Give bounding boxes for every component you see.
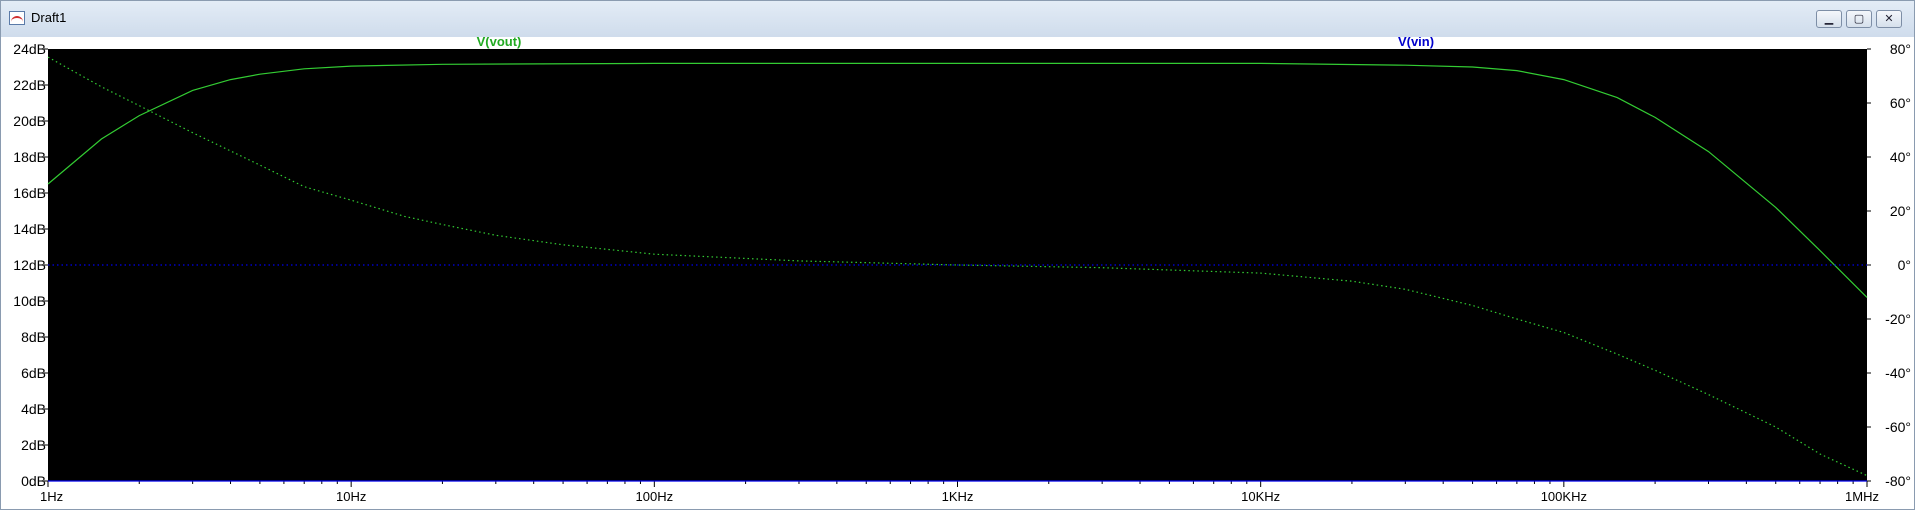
y-right-tick-label: 0°	[1898, 257, 1911, 273]
x-tick-label: 1Hz	[40, 489, 63, 504]
bode-plot[interactable]: 80° 60° 40° 20° 0° -20° -40° -60° -80° 0dB 2dB 4dB 6…	[1, 37, 1914, 509]
y-right-tick-label: -60°	[1885, 419, 1911, 435]
y-left-tick-label: 2dB	[21, 437, 46, 453]
y-left-tick-label: 20dB	[13, 113, 46, 129]
trace-label-v-vin[interactable]: V(vin)	[1398, 37, 1434, 49]
x-tick-label: 10KHz	[1241, 489, 1280, 504]
x-tick-label: 1MHz	[1845, 489, 1879, 504]
y-left-tick-label: 8dB	[21, 329, 46, 345]
window-title: Draft1	[31, 10, 67, 25]
y-left-tick-label: 22dB	[13, 77, 46, 93]
y-right-tick-label: -80°	[1885, 473, 1911, 489]
y-left-tick-label: 16dB	[13, 185, 46, 201]
title-bar[interactable]: Draft1 ▁ ▢ ✕	[1, 1, 1914, 37]
x-tick-label: 10Hz	[336, 489, 366, 504]
maximize-icon: ▢	[1853, 12, 1865, 25]
y-left-tick-label: 18dB	[13, 149, 46, 165]
y-left-tick-label: 0dB	[21, 473, 46, 489]
x-tick-label: 100Hz	[636, 489, 674, 504]
y-left-tick-label: 14dB	[13, 221, 46, 237]
y-left-tick-label: 12dB	[13, 257, 46, 273]
trace-label-v-vout[interactable]: V(vout)	[477, 37, 522, 49]
y-left-tick-label: 6dB	[21, 365, 46, 381]
y-right-tick-label: 40°	[1890, 149, 1911, 165]
y-right-tick-label: 80°	[1890, 41, 1911, 57]
minimize-button[interactable]: ▁	[1816, 10, 1842, 28]
y-right-tick-label: 60°	[1890, 95, 1911, 111]
x-tick-label: 1KHz	[942, 489, 974, 504]
y-left-tick-label: 24dB	[13, 41, 46, 57]
waveform-app-icon	[9, 11, 25, 25]
app-window: Draft1 ▁ ▢ ✕ 80° 60° 40° 20° 0° -20° -40° -60° -…	[0, 0, 1915, 510]
x-tick-label: 100KHz	[1541, 489, 1587, 504]
plot-pane[interactable]: 80° 60° 40° 20° 0° -20° -40° -60° -80° 0dB 2dB 4dB 6…	[1, 37, 1914, 509]
close-button[interactable]: ✕	[1876, 10, 1902, 28]
y-left-tick-label: 10dB	[13, 293, 46, 309]
minimize-icon: ▁	[1824, 12, 1834, 25]
y-left-tick-label: 4dB	[21, 401, 46, 417]
y-right-tick-label: 20°	[1890, 203, 1911, 219]
y-right-tick-label: -40°	[1885, 365, 1911, 381]
y-right-tick-label: -20°	[1885, 311, 1911, 327]
maximize-button[interactable]: ▢	[1846, 10, 1872, 28]
close-icon: ✕	[1884, 12, 1894, 25]
